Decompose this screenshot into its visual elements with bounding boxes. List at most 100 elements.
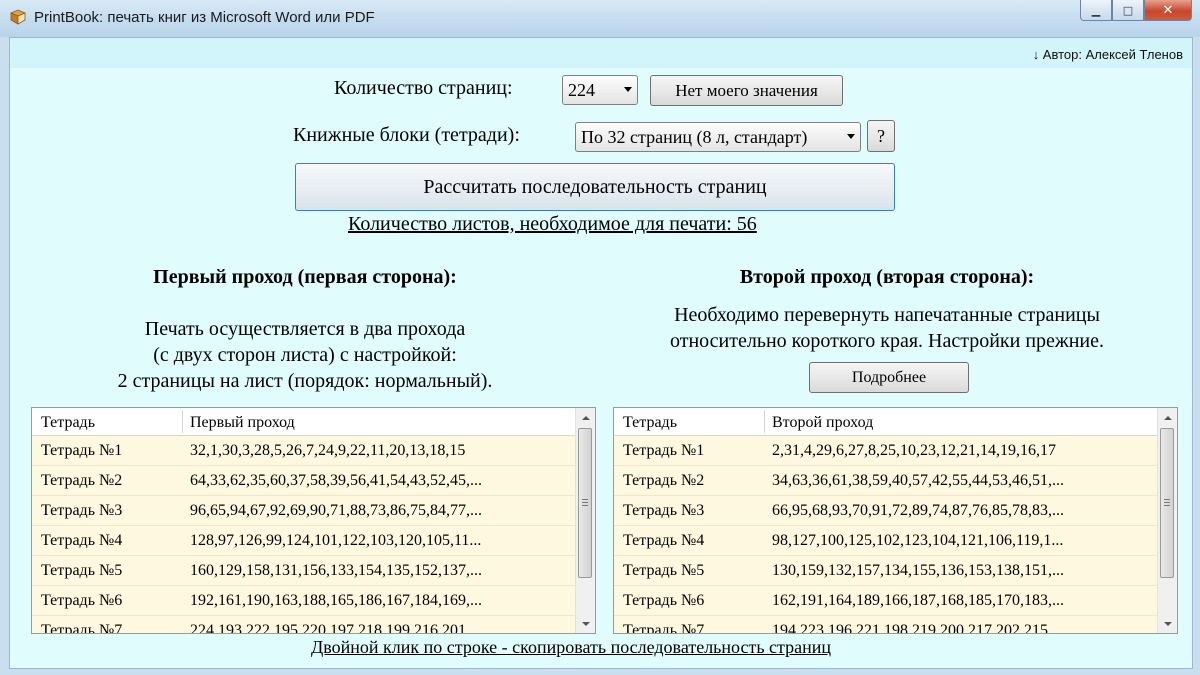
chevron-down-icon [624,87,632,92]
row-sequence: 192,161,190,163,188,165,186,167,184,169,… [190,592,482,609]
arrow-up-icon [1163,415,1172,420]
help-button[interactable]: ? [867,120,895,152]
row-notebook: Тетрадь №7 [41,622,123,634]
blocks-label: Книжные блоки (тетради): [293,124,520,146]
author-bar: ↓ Автор: Алексей Тленов [10,38,1192,68]
table-row[interactable]: Тетрадь №6 192,161,190,163,188,165,186,16… [32,586,575,616]
row-sequence: 128,97,126,99,124,101,122,103,120,105,11… [190,532,482,549]
details-button[interactable]: Подробнее [809,362,969,393]
row-sequence: 194,223,196,221,198,219,200,217,202,215,… [772,622,1064,634]
first-pass-info-line: Печать осуществляется в два прохода [144,318,466,340]
grip-icon [582,499,588,506]
main-panel: ↓ Автор: Алексей Тленов Количество стран… [9,37,1193,669]
scroll-thumb[interactable] [578,428,592,578]
row-sequence: 224,193,222,195,220,197,218,199,216,201,… [190,622,482,634]
pages-label: Количество страниц: [334,77,513,99]
table-row[interactable]: Тетрадь №7 224,193,222,195,220,197,218,19… [32,616,575,634]
table-row[interactable]: Тетрадь №5 130,159,132,157,134,155,136,15… [614,556,1157,586]
first-pass-info-line: (с двух сторон листа) с настройкой: [153,344,457,366]
second-pass-heading: Второй проход (вторая сторона): [739,266,1035,288]
table-row[interactable]: Тетрадь №1 32,1,30,3,28,5,26,7,24,9,22,11… [32,436,575,466]
table-row[interactable]: Тетрадь №5 160,129,158,131,156,133,154,13… [32,556,575,586]
column-header-second-pass[interactable]: Второй проход [772,414,873,432]
sheets-needed-link[interactable]: Количество листов, необходимое для печат… [348,213,757,236]
blocks-select[interactable]: По 32 страниц (8 л, стандарт) [575,122,861,152]
vertical-scrollbar[interactable] [1157,408,1177,633]
table-row[interactable]: Тетрадь №3 66,95,68,93,70,91,72,89,74,87,… [614,496,1157,526]
table-row[interactable]: Тетрадь №7 194,223,196,221,198,219,200,21… [614,616,1157,634]
close-icon: ✕ [1162,2,1174,18]
table-row[interactable]: Тетрадь №4 128,97,126,99,124,101,122,103,… [32,526,575,556]
row-notebook: Тетрадь №1 [41,442,123,459]
column-header-notebook[interactable]: Тетрадь [41,414,95,432]
first-pass-info: Печать осуществляется в два прохода (с д… [30,316,580,394]
row-notebook: Тетрадь №7 [623,622,705,634]
vertical-scrollbar[interactable] [575,408,595,633]
window-title: PrintBook: печать книг из Microsoft Word… [34,9,375,26]
arrow-down-icon [581,621,590,626]
title-bar[interactable]: PrintBook: печать книг из Microsoft Word… [0,0,1200,37]
row-sequence: 160,129,158,131,156,133,154,135,152,137,… [190,562,482,579]
arrow-up-icon [581,415,590,420]
row-sequence: 130,159,132,157,134,155,136,153,138,151,… [772,562,1064,579]
row-notebook: Тетрадь №4 [623,532,705,549]
second-pass-table[interactable]: Тетрадь Второй проход Тетрадь №1 2,31,4,2… [613,407,1178,634]
pages-select-value: 224 [568,80,595,100]
second-pass-rows: Тетрадь №1 2,31,4,29,6,27,8,25,10,23,12,2… [614,436,1157,633]
copy-hint-link[interactable]: Двойной клик по строке - скопировать пос… [311,637,831,658]
column-header-notebook[interactable]: Тетрадь [623,414,677,432]
row-sequence: 98,127,100,125,102,123,104,121,106,119,1… [772,532,1064,549]
table-row[interactable]: Тетрадь №2 64,33,62,35,60,37,58,39,56,41,… [32,466,575,496]
arrow-down-icon [1163,621,1172,626]
maximize-button[interactable]: □ [1112,0,1144,21]
table-row[interactable]: Тетрадь №1 2,31,4,29,6,27,8,25,10,23,12,2… [614,436,1157,466]
scroll-thumb[interactable] [1160,428,1174,578]
calculate-button[interactable]: Рассчитать последовательность страниц [295,163,895,211]
scroll-down-button[interactable] [576,615,595,632]
row-notebook: Тетрадь №6 [41,592,123,609]
row-sequence: 66,95,68,93,70,91,72,89,74,87,76,85,78,8… [772,502,1064,519]
row-sequence: 32,1,30,3,28,5,26,7,24,9,22,11,20,13,18,… [190,442,466,459]
row-sequence: 162,191,164,189,166,187,168,185,170,183,… [772,592,1064,609]
second-pass-info-line: относительно короткого края. Настройки п… [669,330,1105,352]
table-row[interactable]: Тетрадь №2 34,63,36,61,38,59,40,57,42,55,… [614,466,1157,496]
first-pass-info-line: 2 страницы на лист (порядок: нормальный)… [117,370,493,392]
row-sequence: 2,31,4,29,6,27,8,25,10,23,12,21,14,19,16… [772,442,1056,459]
first-pass-table[interactable]: Тетрадь Первый проход Тетрадь №1 32,1,30,… [31,407,596,634]
blocks-select-value: По 32 страниц (8 л, стандарт) [581,127,808,147]
close-button[interactable]: ✕ [1144,0,1192,21]
custom-value-button[interactable]: Нет моего значения [650,75,843,106]
second-pass-info-line: Необходимо перевернуть напечатанные стра… [674,304,1100,326]
row-notebook: Тетрадь №4 [41,532,123,549]
row-notebook: Тетрадь №2 [623,472,705,489]
pages-select[interactable]: 224 [562,75,638,105]
second-pass-info: Необходимо перевернуть напечатанные стра… [612,302,1162,354]
scroll-up-button[interactable] [576,409,595,426]
row-notebook: Тетрадь №3 [41,502,123,519]
table-header: Тетрадь Второй проход [614,408,1177,436]
row-notebook: Тетрадь №3 [623,502,705,519]
row-sequence: 96,65,94,67,92,69,90,71,88,73,86,75,84,7… [190,502,482,519]
row-notebook: Тетрадь №6 [623,592,705,609]
first-pass-rows: Тетрадь №1 32,1,30,3,28,5,26,7,24,9,22,11… [32,436,575,633]
first-pass-heading: Первый проход (первая сторона): [153,266,457,288]
book-icon [10,9,26,25]
row-sequence: 34,63,36,61,38,59,40,57,42,55,44,53,46,5… [772,472,1064,489]
table-row[interactable]: Тетрадь №6 162,191,164,189,166,187,168,18… [614,586,1157,616]
row-notebook: Тетрадь №1 [623,442,705,459]
column-header-first-pass[interactable]: Первый проход [190,414,295,432]
row-notebook: Тетрадь №2 [41,472,123,489]
scroll-up-button[interactable] [1158,409,1177,426]
table-row[interactable]: Тетрадь №3 96,65,94,67,92,69,90,71,88,73,… [32,496,575,526]
scroll-down-button[interactable] [1158,615,1177,632]
grip-icon [1164,499,1170,506]
author-link[interactable]: ↓ Автор: Алексей Тленов [1033,47,1183,62]
minimize-icon: ▁ [1091,3,1101,17]
chevron-down-icon [847,134,855,139]
minimize-button[interactable]: ▁ [1080,0,1112,21]
table-row[interactable]: Тетрадь №4 98,127,100,125,102,123,104,121… [614,526,1157,556]
row-sequence: 64,33,62,35,60,37,58,39,56,41,54,43,52,4… [190,472,482,489]
row-notebook: Тетрадь №5 [41,562,123,579]
maximize-icon: □ [1122,3,1134,17]
table-header: Тетрадь Первый проход [32,408,595,436]
